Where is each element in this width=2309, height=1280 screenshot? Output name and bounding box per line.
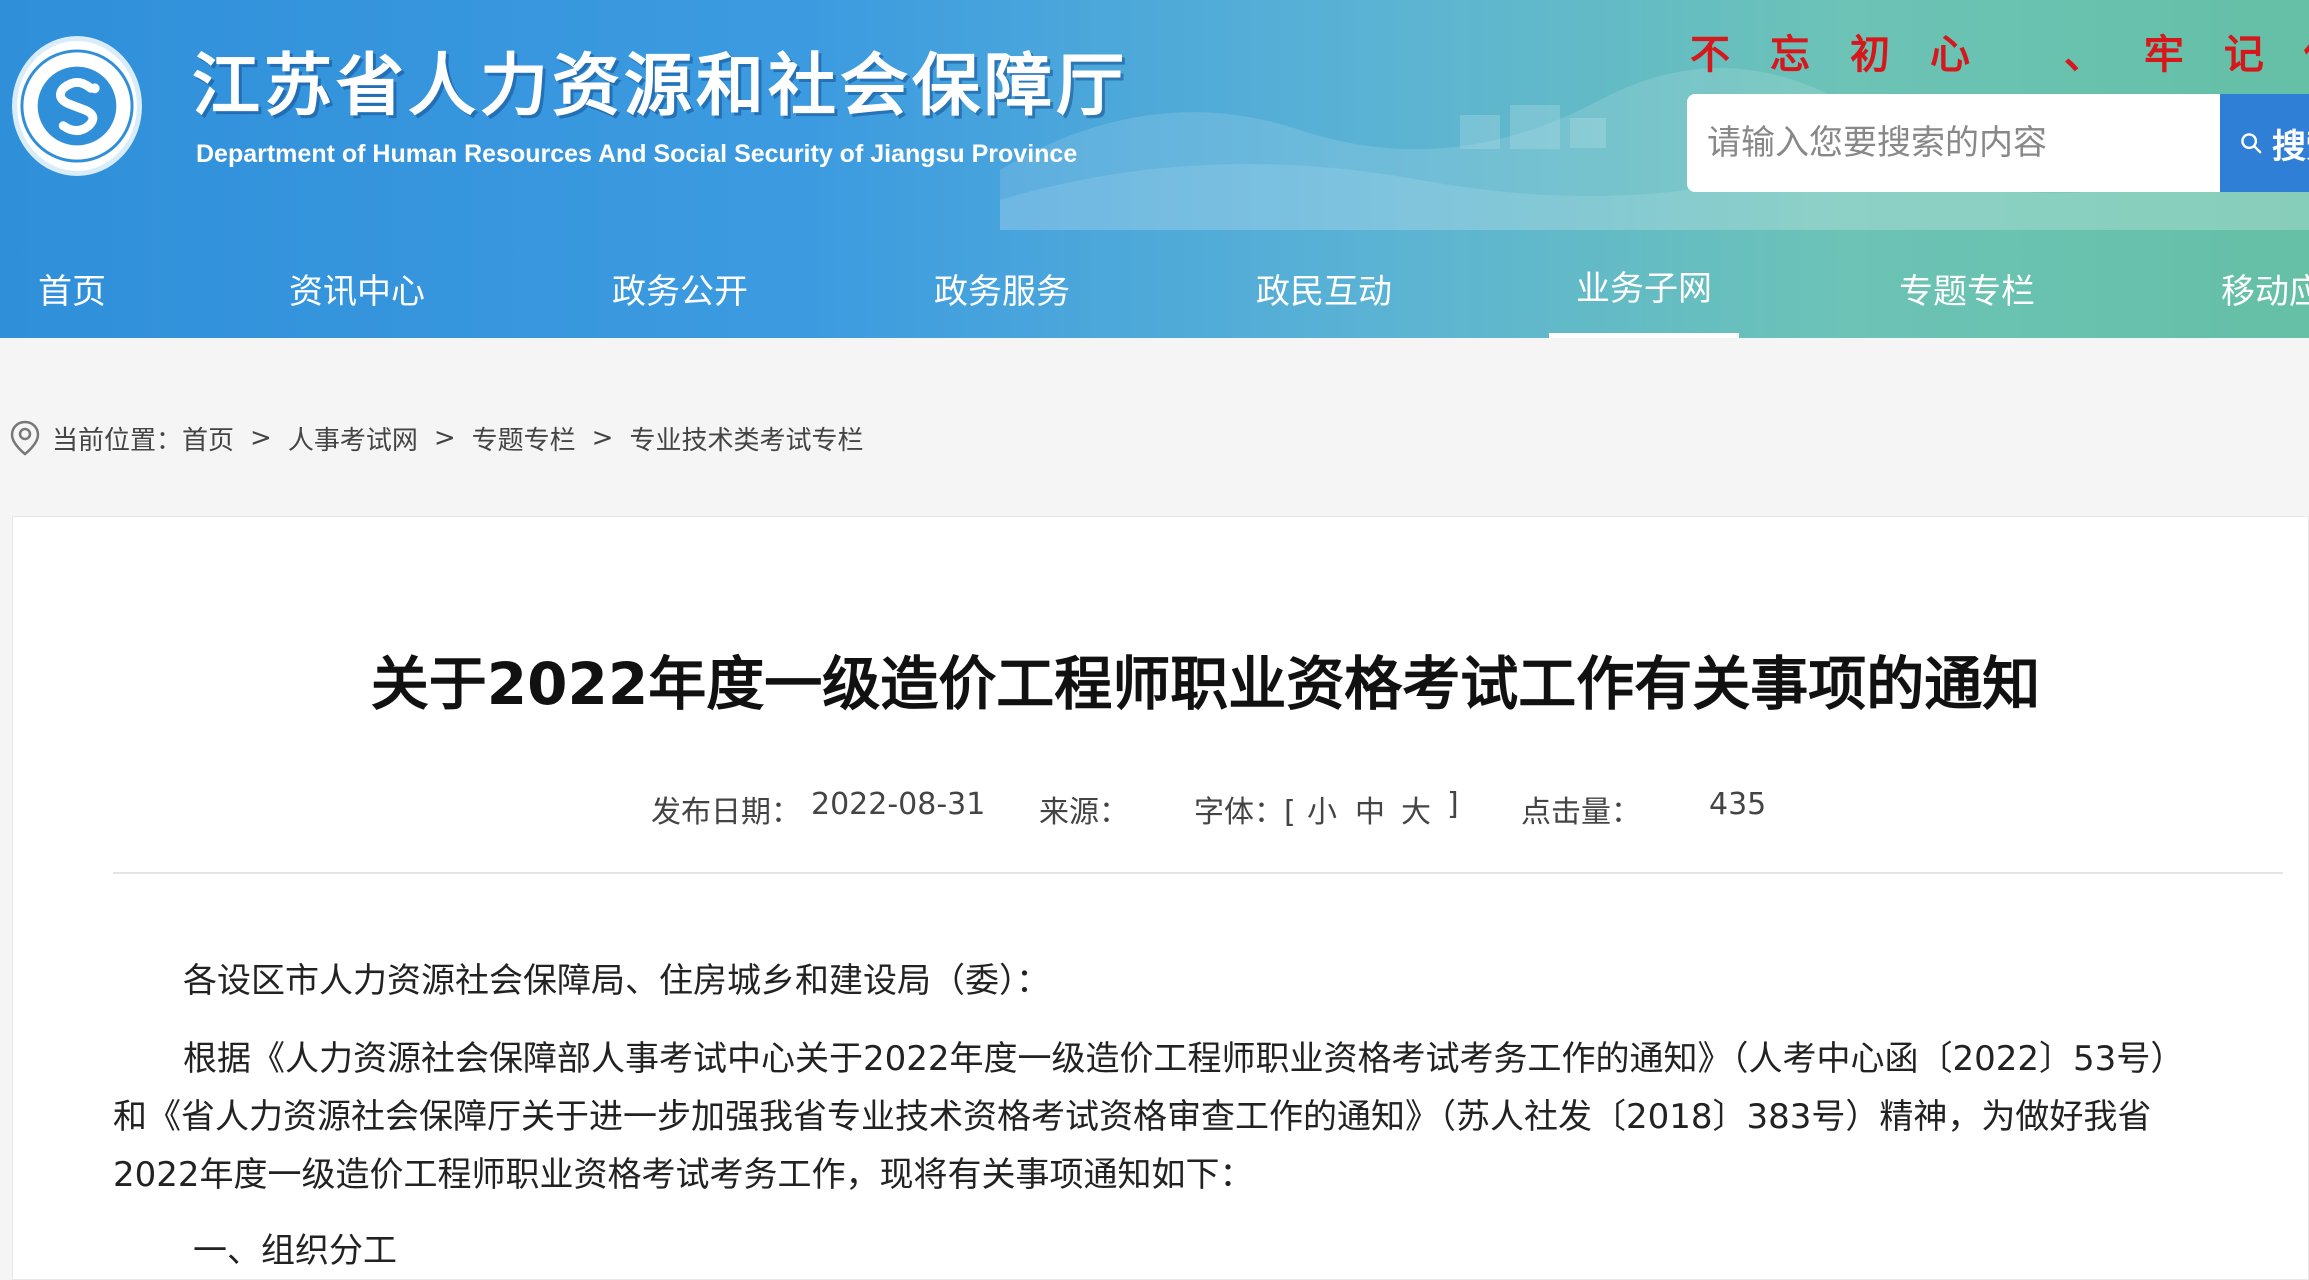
breadcrumb: 当前位置： 首页 > 人事考试网 > 专题专栏 > 专业技术类考试专栏: [10, 418, 863, 458]
logo-emblem-icon: [20, 49, 134, 163]
article-card: 关于2022年度一级造价工程师职业资格考试工作有关事项的通知 发布日期： 202…: [12, 516, 2309, 1280]
nav-item-topics[interactable]: 专题专栏: [1890, 238, 2044, 338]
meta-divider: [113, 872, 2283, 874]
paragraph-line: 2022年度一级造价工程师职业资格考试考务工作，现将有关事项通知如下：: [113, 1155, 1254, 1195]
publish-date: 2022-08-31: [811, 787, 986, 822]
breadcrumb-home[interactable]: 首页: [182, 420, 234, 457]
clicks-label: 点击量：: [1521, 795, 1641, 830]
site-subtitle: Department of Human Resources And Social…: [196, 140, 1078, 168]
paragraph-line: 和《省人力资源社会保障厅关于进一步加强我省专业技术资格考试资格审查工作的通知》（…: [113, 1097, 2152, 1137]
section-heading: 一、组织分工: [193, 1231, 397, 1271]
breadcrumb-separator: >: [433, 423, 456, 453]
search-box: [1687, 94, 2220, 192]
click-count: 435: [1709, 787, 1767, 822]
nav-item-gov-services[interactable]: 政务服务: [925, 238, 1079, 338]
search-icon: [2241, 133, 2262, 154]
font-size-close: ]: [1447, 787, 1459, 822]
search-input[interactable]: [1707, 113, 2220, 173]
main-nav: 首页 资讯中心 政务公开 政务服务 政民互动 业务子网 专题专栏 移动应用: [0, 238, 2309, 338]
nav-item-interaction[interactable]: 政民互动: [1247, 238, 1401, 338]
search-button-label: 搜索: [2272, 126, 2309, 167]
site-header: 江苏省人力资源和社会保障厅 Department of Human Resour…: [0, 0, 2309, 338]
slogan: 不忘初心 、牢记使命: [1690, 31, 2309, 78]
nav-item-sub-sites[interactable]: 业务子网: [1549, 238, 1739, 338]
nav-item-home[interactable]: 首页: [30, 238, 114, 338]
nav-item-mobile[interactable]: 移动应用: [2212, 238, 2309, 338]
search-button[interactable]: 搜索: [2220, 94, 2309, 192]
breadcrumb-exam-site[interactable]: 人事考试网: [288, 420, 418, 457]
nav-item-gov-affairs[interactable]: 政务公开: [603, 238, 757, 338]
article-body: 各设区市人力资源社会保障局、住房城乡和建设局（委）： 根据《人力资源社会保障部人…: [113, 952, 2283, 1280]
font-size-medium-link[interactable]: 中: [1355, 787, 1385, 831]
font-size-large-link[interactable]: 大: [1401, 787, 1431, 831]
site-title: 江苏省人力资源和社会保障厅: [192, 46, 1129, 126]
breadcrumb-separator: >: [250, 423, 272, 453]
article-title: 关于2022年度一级造价工程师职业资格考试工作有关事项的通知: [370, 650, 2041, 718]
site-logo[interactable]: [12, 36, 142, 176]
publish-date-label: 发布日期：: [651, 795, 801, 830]
breadcrumb-topics[interactable]: 专题专栏: [472, 420, 576, 457]
location-pin-icon: [10, 420, 40, 456]
font-size-small-link[interactable]: 小: [1307, 787, 1337, 831]
breadcrumb-prefix: 当前位置：: [52, 425, 183, 456]
paragraph-line: 根据《人力资源社会保障部人事考试中心关于2022年度一级造价工程师职业资格考试考…: [183, 1039, 2185, 1079]
breadcrumb-separator: >: [591, 423, 614, 453]
salutation: 各设区市人力资源社会保障局、住房城乡和建设局（委）：: [183, 961, 1050, 1001]
font-size-label: 字体：[: [1194, 795, 1296, 830]
nav-item-news[interactable]: 资讯中心: [280, 238, 434, 338]
breadcrumb-tech-exams[interactable]: 专业技术类考试专栏: [629, 420, 863, 457]
source-label: 来源：: [1039, 795, 1129, 830]
